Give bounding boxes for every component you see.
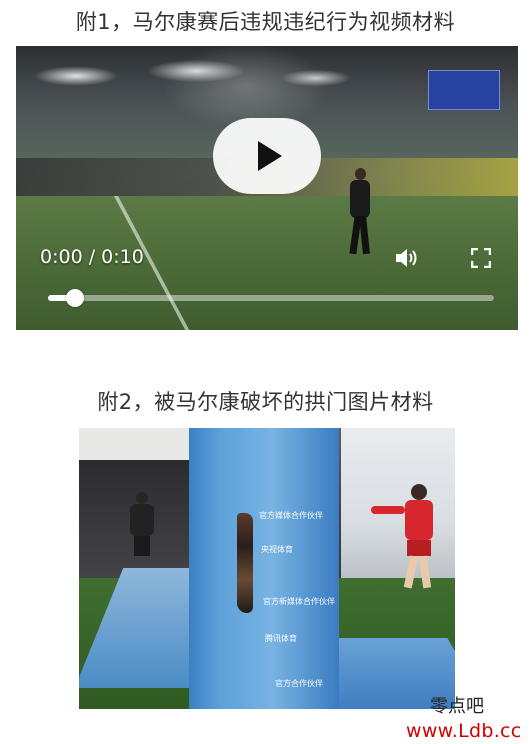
arch-sign: 官方新媒体合作伙伴	[263, 597, 335, 606]
video-caption: 附1，马尔康赛后违规违纪行为视频材料	[75, 10, 456, 34]
fullscreen-icon	[470, 247, 492, 269]
arch-sign: 央视体育	[261, 545, 293, 554]
tunnel-wall	[79, 428, 205, 462]
player-figure	[348, 168, 372, 256]
fullscreen-button[interactable]	[470, 247, 492, 269]
video-time-display: 0:00 / 0:10	[40, 246, 144, 268]
photo-caption: 附2，被马尔康破坏的拱门图片材料	[97, 390, 434, 414]
arch-pillar	[189, 428, 339, 709]
video-progress-knob[interactable]	[65, 289, 84, 307]
watermark-url: www.Ldb.cc	[406, 720, 522, 742]
volume-button[interactable]	[394, 246, 420, 270]
play-icon	[258, 141, 282, 171]
arch-sign: 官方媒体合作伙伴	[259, 511, 323, 520]
volume-icon	[396, 249, 417, 267]
arch-sign: 官方合作伙伴	[275, 679, 323, 688]
video-player[interactable]: 0:00 / 0:10	[16, 46, 518, 330]
arch-damage	[237, 513, 253, 613]
arch-photo: 官方媒体合作伙伴 央视体育 官方新媒体合作伙伴 腾讯体育 官方合作伙伴	[79, 428, 455, 709]
footballer-figure	[371, 484, 441, 594]
video-progress-bar[interactable]	[48, 289, 494, 307]
person-figure	[127, 492, 157, 556]
arch-sign: 腾讯体育	[265, 634, 297, 643]
play-button[interactable]	[213, 118, 321, 194]
watermark-name: 零点吧	[430, 696, 484, 717]
stadium-scoreboard	[428, 70, 500, 110]
